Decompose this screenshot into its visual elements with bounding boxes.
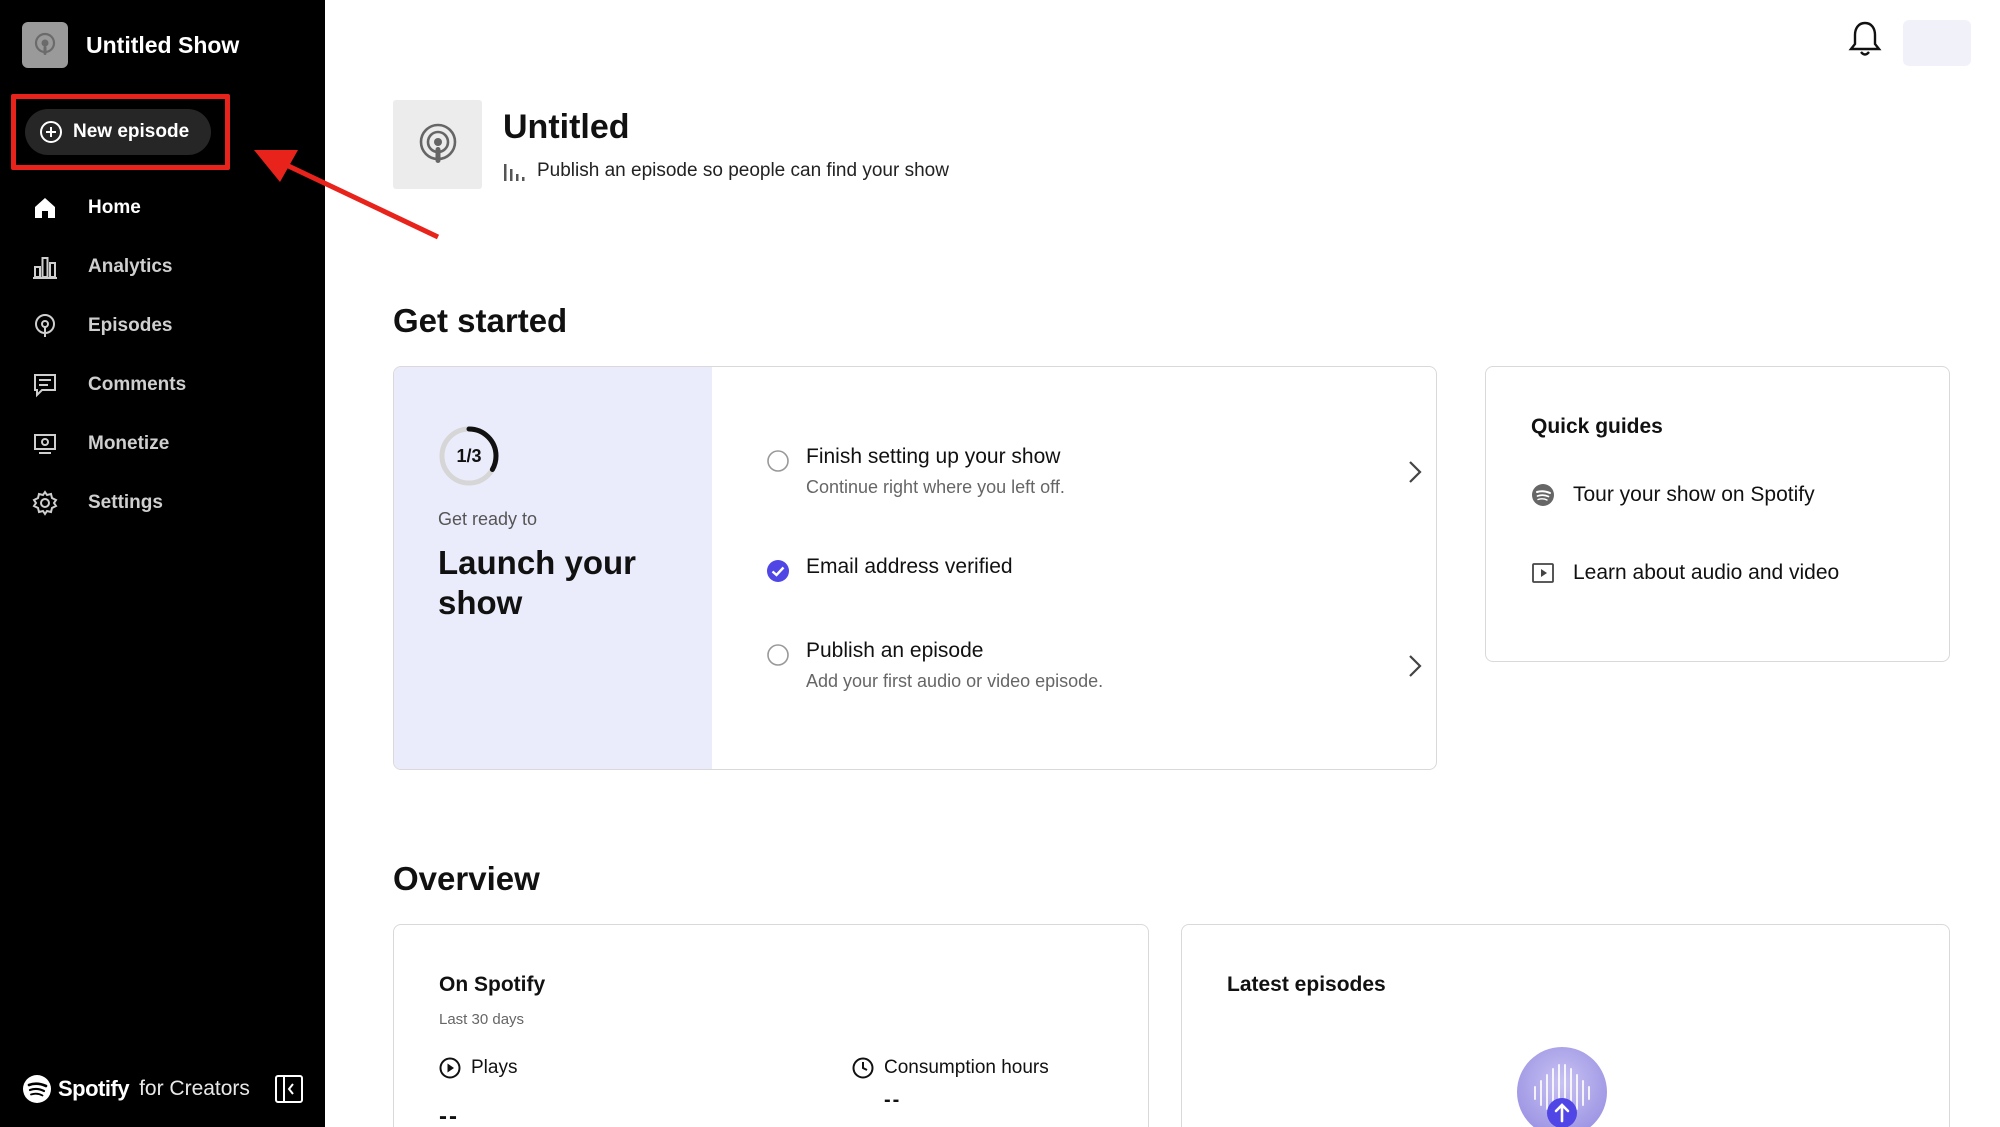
spotify-icon <box>1532 484 1554 506</box>
metric-plays-value: -- <box>439 1103 459 1127</box>
monetize-icon <box>30 429 60 459</box>
comments-icon <box>30 370 60 400</box>
sidebar-item-label: Settings <box>88 491 163 513</box>
latest-episodes-title: Latest episodes <box>1227 973 1386 996</box>
show-title: Untitled Show <box>86 31 240 58</box>
episodes-icon <box>30 311 60 341</box>
on-spotify-title: On Spotify <box>439 973 546 996</box>
get-started-card: 1/3 Get ready to Launch your show Finish… <box>393 366 1437 770</box>
plus-circle-icon <box>40 121 62 143</box>
task-subtitle: Continue right where you left off. <box>806 477 1065 497</box>
podcast-icon <box>34 32 56 55</box>
task-title: Email address verified <box>806 555 1013 578</box>
on-spotify-card: On Spotify Last 30 days Plays -- Consump… <box>393 924 1149 1127</box>
quick-guides-card: Quick guides Tour your show on Spotify L… <box>1485 366 1950 662</box>
show-status-text: Publish an episode so people can find yo… <box>537 160 949 181</box>
sidebar-item-monetize[interactable]: Monetize <box>0 414 325 473</box>
task-email-verified[interactable]: Email address verified <box>766 555 1426 583</box>
sidebar-item-comments[interactable]: Comments <box>0 355 325 414</box>
spotify-icon <box>23 1075 51 1103</box>
sidebar-item-label: Episodes <box>88 314 173 336</box>
get-started-title: Get started <box>393 302 568 339</box>
chevron-right-icon <box>1409 655 1422 677</box>
launch-panel: 1/3 Get ready to Launch your show <box>394 367 712 769</box>
upload-illustration[interactable] <box>1517 1047 1607 1127</box>
show-artwork[interactable] <box>393 100 482 189</box>
avatar[interactable] <box>1903 20 1971 66</box>
page-title: Untitled <box>503 108 630 146</box>
new-episode-label: New episode <box>73 121 190 142</box>
metric-consumption-hours: Consumption hours <box>852 1057 1049 1079</box>
on-spotify-range: Last 30 days <box>439 1011 525 1028</box>
home-icon <box>30 193 60 223</box>
sidebar-item-label: Comments <box>88 373 187 395</box>
metric-label: Plays <box>471 1057 518 1078</box>
metric-hours-value: -- <box>884 1089 902 1111</box>
play-box-icon <box>1532 563 1554 583</box>
metric-plays: Plays <box>439 1057 517 1079</box>
show-switcher[interactable]: Untitled Show <box>22 22 239 68</box>
task-title: Finish setting up your show <box>806 445 1061 468</box>
task-finish-setup[interactable]: Finish setting up your show Continue rig… <box>766 445 1426 498</box>
guide-label: Learn about audio and video <box>1573 561 1840 584</box>
launch-heading: Launch your show <box>438 544 637 621</box>
upload-waveform-icon <box>1534 1064 1590 1127</box>
sidebar-item-label: Analytics <box>88 255 173 277</box>
quick-guides-title: Quick guides <box>1531 415 1663 438</box>
show-thumbnail <box>22 22 68 68</box>
checked-circle-icon <box>767 560 789 582</box>
brand-suffix: for Creators <box>139 1077 250 1100</box>
overview-title: Overview <box>393 860 540 897</box>
unchecked-circle-icon <box>767 450 789 472</box>
brand-logo[interactable]: Spotify for Creators <box>22 1074 250 1104</box>
show-status: Publish an episode so people can find yo… <box>503 160 949 182</box>
unchecked-circle-icon <box>767 644 789 666</box>
task-subtitle: Add your first audio or video episode. <box>806 671 1104 691</box>
sidebar-item-label: Home <box>88 196 141 218</box>
podcast-icon <box>419 123 456 163</box>
sidebar-item-episodes[interactable]: Episodes <box>0 296 325 355</box>
task-list: Finish setting up your show Continue rig… <box>712 367 1436 769</box>
task-title: Publish an episode <box>806 639 984 662</box>
latest-episodes-card: Latest episodes <box>1181 924 1950 1127</box>
guide-audio-video[interactable]: Learn about audio and video <box>1531 561 1839 585</box>
play-circle-icon <box>439 1057 461 1079</box>
sidebar-item-label: Monetize <box>88 432 170 454</box>
metric-label: Consumption hours <box>884 1057 1049 1078</box>
notifications-bell-icon[interactable] <box>1848 20 1882 58</box>
brand-name: Spotify <box>58 1076 130 1101</box>
task-publish-episode[interactable]: Publish an episode Add your first audio … <box>766 639 1426 692</box>
collapse-sidebar-icon[interactable] <box>274 1074 304 1104</box>
guide-label: Tour your show on Spotify <box>1573 483 1815 506</box>
sidebar-footer: Spotify for Creators <box>22 1074 304 1104</box>
sidebar-item-settings[interactable]: Settings <box>0 473 325 532</box>
gear-icon <box>30 488 60 518</box>
clock-icon <box>852 1057 874 1079</box>
new-episode-button[interactable]: New episode <box>25 109 211 155</box>
highlight-box: New episode <box>11 94 230 170</box>
launch-kicker: Get ready to <box>438 509 538 529</box>
guide-tour-spotify[interactable]: Tour your show on Spotify <box>1531 483 1815 507</box>
progress-count: 1/3 <box>456 445 482 466</box>
bar-chart-icon <box>504 164 525 181</box>
chevron-right-icon <box>1409 461 1422 483</box>
analytics-icon <box>30 252 60 282</box>
